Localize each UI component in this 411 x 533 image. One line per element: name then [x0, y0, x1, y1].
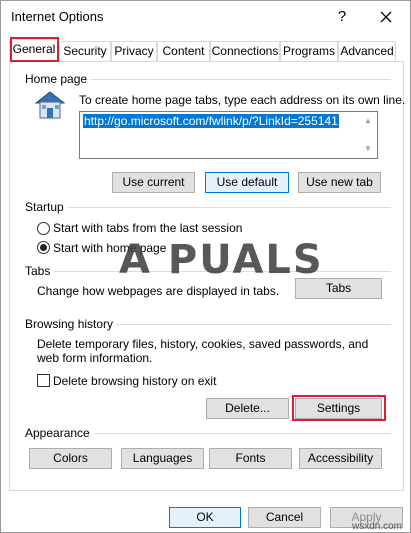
use-default-button[interactable]: Use default	[205, 172, 289, 193]
use-current-button[interactable]: Use current	[112, 172, 195, 193]
tab-security[interactable]: Security	[59, 41, 111, 61]
tab-advanced[interactable]: Advanced	[338, 41, 396, 61]
delete-on-exit-label[interactable]: Delete browsing history on exit	[53, 374, 216, 388]
home-page-description: To create home page tabs, type each addr…	[79, 93, 406, 107]
cancel-button[interactable]: Cancel	[248, 507, 321, 528]
home-icon	[33, 89, 67, 121]
home-page-label: Home page	[25, 72, 92, 86]
startup-last-session-radio[interactable]	[37, 222, 50, 235]
fonts-button[interactable]: Fonts	[209, 448, 292, 469]
ok-button[interactable]: OK	[169, 507, 241, 528]
colors-button[interactable]: Colors	[29, 448, 112, 469]
delete-button[interactable]: Delete...	[206, 398, 289, 419]
appuals-watermark: A PUALS	[119, 237, 324, 283]
delete-on-exit-checkbox[interactable]	[37, 374, 50, 387]
tab-content[interactable]: Content	[157, 41, 210, 61]
tab-privacy[interactable]: Privacy	[111, 41, 157, 61]
startup-divider	[25, 207, 391, 208]
use-new-tab-button[interactable]: Use new tab	[298, 172, 381, 193]
accessibility-button[interactable]: Accessibility	[299, 448, 382, 469]
browsing-history-label: Browsing history	[25, 317, 118, 331]
tab-strip: General Security Privacy Content Connect…	[9, 39, 404, 62]
window-title: Internet Options	[11, 9, 104, 24]
internet-options-dialog: Internet Options ? General Security Priv…	[0, 0, 411, 533]
settings-button[interactable]: Settings	[295, 398, 382, 419]
tab-general[interactable]: General	[9, 39, 59, 62]
tab-programs[interactable]: Programs	[280, 41, 338, 61]
tabs-group-label: Tabs	[25, 264, 55, 278]
scroll-down-icon[interactable]: ▼	[361, 142, 375, 156]
startup-label: Startup	[25, 200, 68, 214]
startup-last-session-label[interactable]: Start with tabs from the last session	[53, 221, 242, 235]
close-button[interactable]	[371, 3, 401, 31]
browsing-history-description: Delete temporary files, history, cookies…	[37, 337, 369, 365]
close-icon	[380, 11, 392, 23]
title-bar: Internet Options ?	[1, 1, 410, 33]
site-watermark: wsxdn.com	[352, 521, 403, 532]
scroll-up-icon[interactable]: ▲	[361, 114, 375, 128]
home-page-url: http://go.microsoft.com/fwlink/p/?LinkId…	[83, 114, 339, 128]
tab-connections[interactable]: Connections	[210, 41, 280, 61]
startup-home-page-radio[interactable]	[37, 241, 50, 254]
languages-button[interactable]: Languages	[121, 448, 204, 469]
home-page-url-textarea[interactable]: http://go.microsoft.com/fwlink/p/?LinkId…	[79, 111, 378, 159]
appearance-label: Appearance	[25, 426, 94, 440]
help-button[interactable]: ?	[327, 3, 357, 31]
